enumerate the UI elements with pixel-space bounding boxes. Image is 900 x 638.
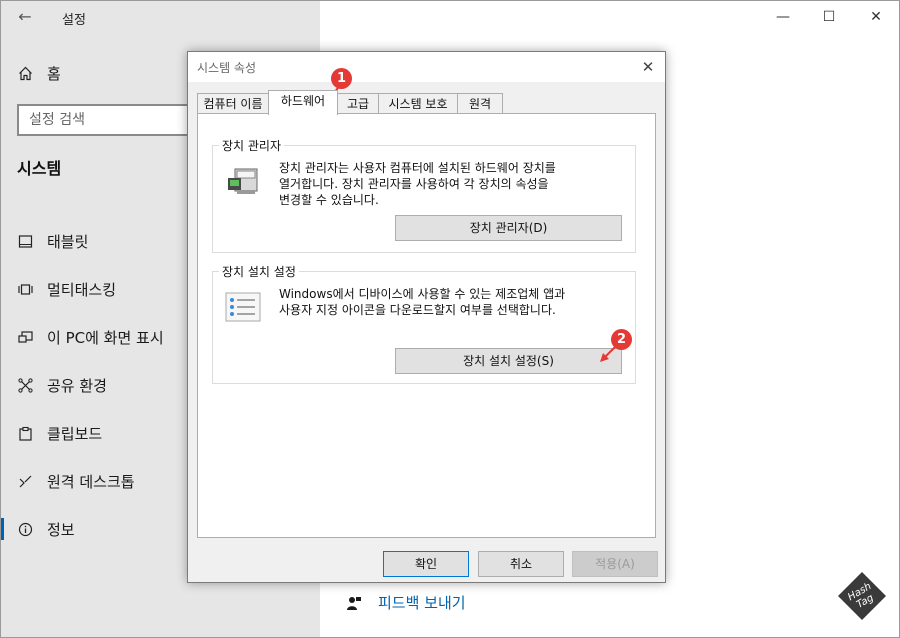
- section-title: 시스템: [17, 159, 62, 178]
- tab-remote[interactable]: 원격: [457, 93, 503, 113]
- nav-item-multitasking[interactable]: 멀티태스킹: [17, 276, 116, 302]
- annotation-badge-2: 2: [611, 329, 632, 350]
- maximize-button[interactable]: ☐: [814, 6, 844, 28]
- device-install-icon: [225, 292, 261, 322]
- ok-button[interactable]: 확인: [383, 551, 469, 577]
- device-manager-icon: [225, 164, 261, 198]
- tablet-icon: [17, 233, 33, 249]
- nav-item-label: 이 PC에 화면 표시: [47, 328, 164, 347]
- nav-item-label: 클립보드: [47, 424, 103, 443]
- nav-item-project[interactable]: 이 PC에 화면 표시: [17, 324, 164, 350]
- app-title: 설정: [62, 13, 86, 28]
- nav-home-label: 홈: [47, 64, 61, 83]
- description-line: 사용자 지정 아이콘을 다운로드할지 여부를 선택합니다.: [279, 303, 556, 317]
- device-install-settings-button[interactable]: 장치 설치 설정(S): [395, 348, 622, 374]
- project-icon: [17, 329, 33, 345]
- dialog-close-button[interactable]: ✕: [637, 56, 659, 78]
- info-icon: [17, 521, 33, 537]
- back-arrow-icon[interactable]: ←: [14, 7, 36, 27]
- tab-hardware[interactable]: 하드웨어: [268, 90, 338, 115]
- description-line: 열거합니다. 장치 관리자를 사용하여 각 장치의 속성을: [279, 177, 549, 191]
- dialog-title: 시스템 속성: [197, 61, 257, 75]
- nav-item-label: 원격 데스크톱: [47, 472, 135, 491]
- description-line: 장치 관리자는 사용자 컴퓨터에 설치된 하드웨어 장치를: [279, 161, 556, 175]
- device-manager-group-label: 장치 관리자: [219, 137, 285, 154]
- device-manager-group: 장치 관리자 장치 관리자는 사용자 컴퓨터에 설치된 하드웨어 장치를 열거합…: [212, 137, 636, 253]
- device-install-description: Windows에서 디바이스에 사용할 수 있는 제조업체 앱과 사용자 지정 …: [279, 286, 565, 318]
- device-manager-description: 장치 관리자는 사용자 컴퓨터에 설치된 하드웨어 장치를 열거합니다. 장치 …: [279, 160, 556, 208]
- nav-item-about[interactable]: 정보: [17, 516, 75, 542]
- nav-item-label: 태블릿: [47, 232, 89, 251]
- home-icon: [17, 65, 33, 81]
- device-manager-button[interactable]: 장치 관리자(D): [395, 215, 622, 241]
- nav-item-clipboard[interactable]: 클립보드: [17, 420, 102, 446]
- hashtag-logo: Hash Tag: [836, 570, 888, 622]
- clipboard-icon: [17, 425, 33, 441]
- dialog-titlebar: 시스템 속성 ✕: [188, 52, 665, 82]
- feedback-label: 피드백 보내기: [378, 594, 466, 612]
- device-install-group-label: 장치 설치 설정: [219, 263, 299, 280]
- apply-button[interactable]: 적용(A): [572, 551, 658, 577]
- description-line: Windows에서 디바이스에 사용할 수 있는 제조업체 앱과: [279, 287, 566, 301]
- share-icon: [17, 377, 33, 393]
- system-properties-dialog: 시스템 속성 ✕ 컴퓨터 이름 하드웨어 고급 시스템 보호 원격 장치 관리자…: [187, 51, 666, 583]
- nav-home[interactable]: 홈: [17, 60, 61, 86]
- description-line: 변경할 수 있습니다.: [279, 193, 379, 207]
- nav-item-share[interactable]: 공유 환경: [17, 372, 107, 398]
- multitasking-icon: [17, 281, 33, 297]
- nav-item-label: 정보: [47, 520, 75, 539]
- annotation-badge-1: 1: [331, 68, 352, 89]
- tab-computer-name[interactable]: 컴퓨터 이름: [197, 93, 269, 113]
- active-indicator: [0, 518, 4, 540]
- nav-item-label: 공유 환경: [47, 376, 107, 395]
- nav-item-label: 멀티태스킹: [47, 280, 117, 299]
- remote-desktop-icon: [17, 473, 33, 489]
- nav-item-remote-desktop[interactable]: 원격 데스크톱: [17, 468, 135, 494]
- nav-item-tablet[interactable]: 태블릿: [17, 228, 88, 254]
- tab-system-protection[interactable]: 시스템 보호: [378, 93, 458, 113]
- device-install-group: 장치 설치 설정 Windows에서 디바이스에 사용할 수 있는 제조업체 앱…: [212, 263, 636, 384]
- cancel-button[interactable]: 취소: [478, 551, 564, 577]
- minimize-button[interactable]: —: [768, 6, 798, 28]
- hardware-tab-panel: 장치 관리자 장치 관리자는 사용자 컴퓨터에 설치된 하드웨어 장치를 열거합…: [197, 113, 656, 538]
- feedback-link[interactable]: 피드백 보내기: [346, 592, 466, 613]
- close-button[interactable]: ✕: [861, 6, 891, 28]
- feedback-icon: [346, 595, 362, 611]
